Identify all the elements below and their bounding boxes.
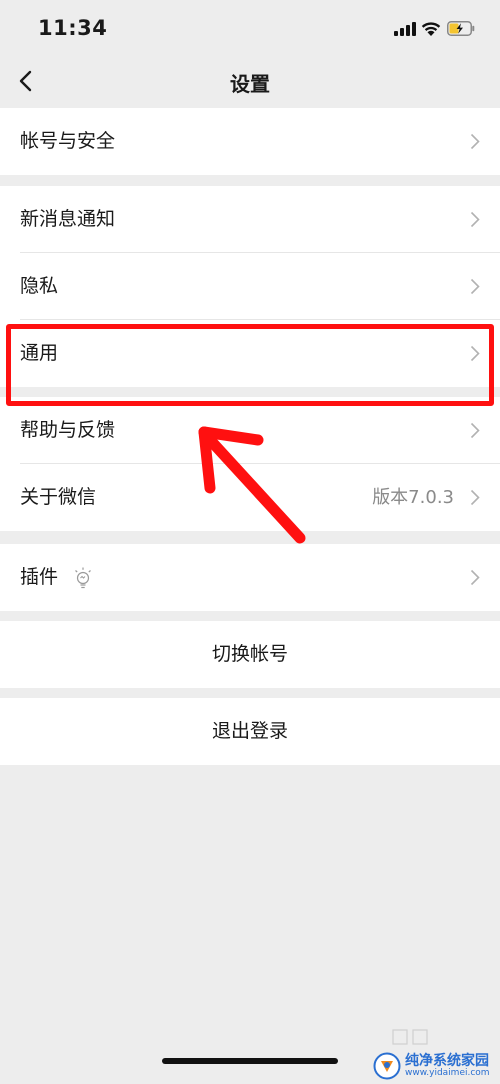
chevron-right-icon	[470, 422, 480, 439]
chevron-right-icon	[470, 569, 480, 586]
wifi-icon	[421, 22, 441, 36]
settings-item-label: 关于微信	[20, 486, 97, 508]
settings-item-notifications[interactable]: 新消息通知	[0, 186, 500, 253]
logout-group: 退出登录	[0, 698, 500, 765]
status-time: 11:34	[38, 16, 108, 40]
chevron-right-icon	[470, 133, 480, 150]
page-title: 设置	[230, 72, 270, 96]
settings-item-privacy[interactable]: 隐私	[0, 253, 500, 320]
settings-item-label: 插件	[20, 566, 59, 588]
faint-watermark-icon	[392, 1029, 428, 1045]
chevron-right-icon	[470, 211, 480, 228]
site-watermark: 纯净系统家园 www.yidaimei.com	[373, 1050, 498, 1082]
settings-screen: 11:34 设置 帐号与安全 新消息通知 隐私 通用 帮助与反馈 关于微信 版本…	[0, 0, 500, 1084]
chevron-right-icon	[470, 278, 480, 295]
settings-item-account-security[interactable]: 帐号与安全	[0, 108, 500, 175]
status-bar: 11:34	[0, 0, 500, 58]
watermark-url: www.yidaimei.com	[405, 1068, 490, 1078]
chevron-right-icon	[470, 489, 480, 506]
watermark-title: 纯净系统家园	[405, 1053, 489, 1069]
account-group: 帐号与安全	[0, 108, 500, 175]
watermark-logo-icon	[373, 1052, 401, 1080]
switch-account-button[interactable]: 切换帐号	[0, 621, 500, 688]
settings-item-label: 帐号与安全	[20, 130, 116, 152]
red-arrow-annotation	[198, 426, 306, 544]
settings-item-plugins[interactable]: 插件	[0, 544, 500, 611]
navigation-bar: 设置	[0, 58, 500, 108]
version-value: 版本7.0.3	[372, 487, 454, 508]
switch-account-group: 切换帐号	[0, 621, 500, 688]
highlight-box-annotation	[6, 324, 494, 406]
cellular-signal-icon	[394, 22, 416, 36]
lightbulb-icon	[75, 567, 91, 589]
settings-item-label: 隐私	[20, 275, 59, 297]
battery-charging-icon	[447, 21, 475, 36]
home-indicator[interactable]	[162, 1058, 338, 1064]
plugins-group: 插件	[0, 544, 500, 611]
settings-item-label: 新消息通知	[20, 208, 116, 230]
settings-item-label: 帮助与反馈	[20, 419, 116, 441]
logout-button[interactable]: 退出登录	[0, 698, 500, 765]
